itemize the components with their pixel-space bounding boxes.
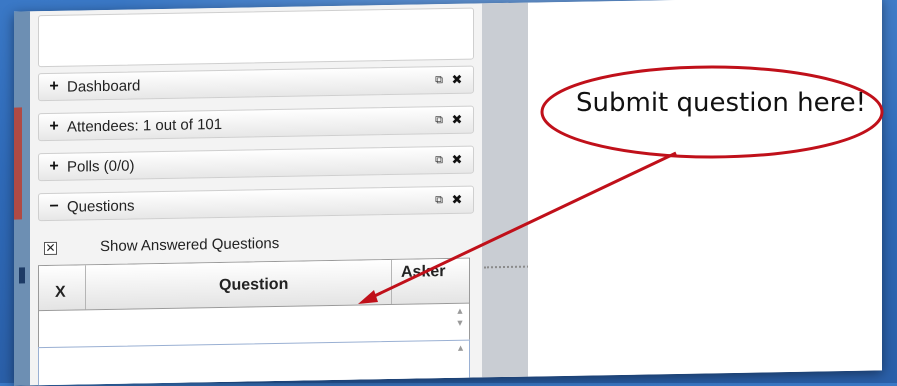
panel-title: Polls (0/0) [67, 157, 135, 176]
side-panel: + Dashboard ⧉ ✖ + Attendees: 1 out of 10… [30, 3, 483, 386]
expand-icon[interactable]: + [47, 78, 61, 95]
close-icon[interactable]: ✖ [450, 152, 464, 167]
callout-text: Submit question here! [576, 88, 867, 118]
close-icon[interactable]: ✖ [450, 192, 464, 207]
panel-questions[interactable]: − Questions ⧉ ✖ [38, 185, 474, 222]
screenshot-frame: + Dashboard ⧉ ✖ + Attendees: 1 out of 10… [14, 0, 882, 386]
panel-polls[interactable]: + Polls (0/0) ⧉ ✖ [38, 145, 474, 182]
close-icon[interactable]: ✖ [450, 112, 464, 127]
panel-dashboard[interactable]: + Dashboard ⧉ ✖ [38, 65, 474, 102]
column-header-x[interactable]: X [55, 284, 66, 302]
show-answered-label: Show Answered Questions [100, 234, 280, 256]
popout-icon[interactable]: ⧉ [433, 114, 445, 126]
popout-icon[interactable]: ⧉ [433, 154, 445, 166]
column-divider [391, 259, 392, 304]
panel-attendees[interactable]: + Attendees: 1 out of 101 ⧉ ✖ [38, 105, 474, 142]
panel-title: Questions [67, 197, 135, 216]
left-edge-marker [19, 267, 25, 284]
show-answered-checkbox[interactable]: ✕ [44, 241, 57, 256]
column-header-asker[interactable]: Asker [401, 263, 445, 282]
expand-icon[interactable]: + [47, 118, 61, 135]
scrollbar[interactable]: ▲ ▼ [453, 305, 467, 339]
popout-icon[interactable]: ⧉ [433, 194, 445, 206]
collapse-icon[interactable]: − [47, 198, 61, 215]
column-header-question[interactable]: Question [219, 276, 288, 295]
popout-icon[interactable]: ⧉ [433, 74, 445, 86]
column-divider [85, 265, 86, 310]
splitter-column[interactable] [482, 2, 528, 378]
show-answered-row[interactable]: ✕ Show Answered Questions [38, 230, 468, 260]
left-edge-accent [14, 107, 22, 220]
expand-icon[interactable]: + [47, 158, 61, 175]
top-content-box [38, 7, 474, 68]
left-edge-strip [14, 11, 30, 386]
scroll-up-icon[interactable]: ▲ [456, 343, 465, 353]
main-content-area [528, 0, 882, 377]
panel-title: Attendees: 1 out of 101 [67, 115, 223, 136]
question-input-box[interactable]: ▲ [38, 339, 470, 386]
panel-title: Dashboard [67, 77, 141, 96]
close-icon[interactable]: ✖ [450, 72, 464, 87]
questions-panel-body: ✕ Show Answered Questions X Question Ask… [38, 230, 474, 386]
